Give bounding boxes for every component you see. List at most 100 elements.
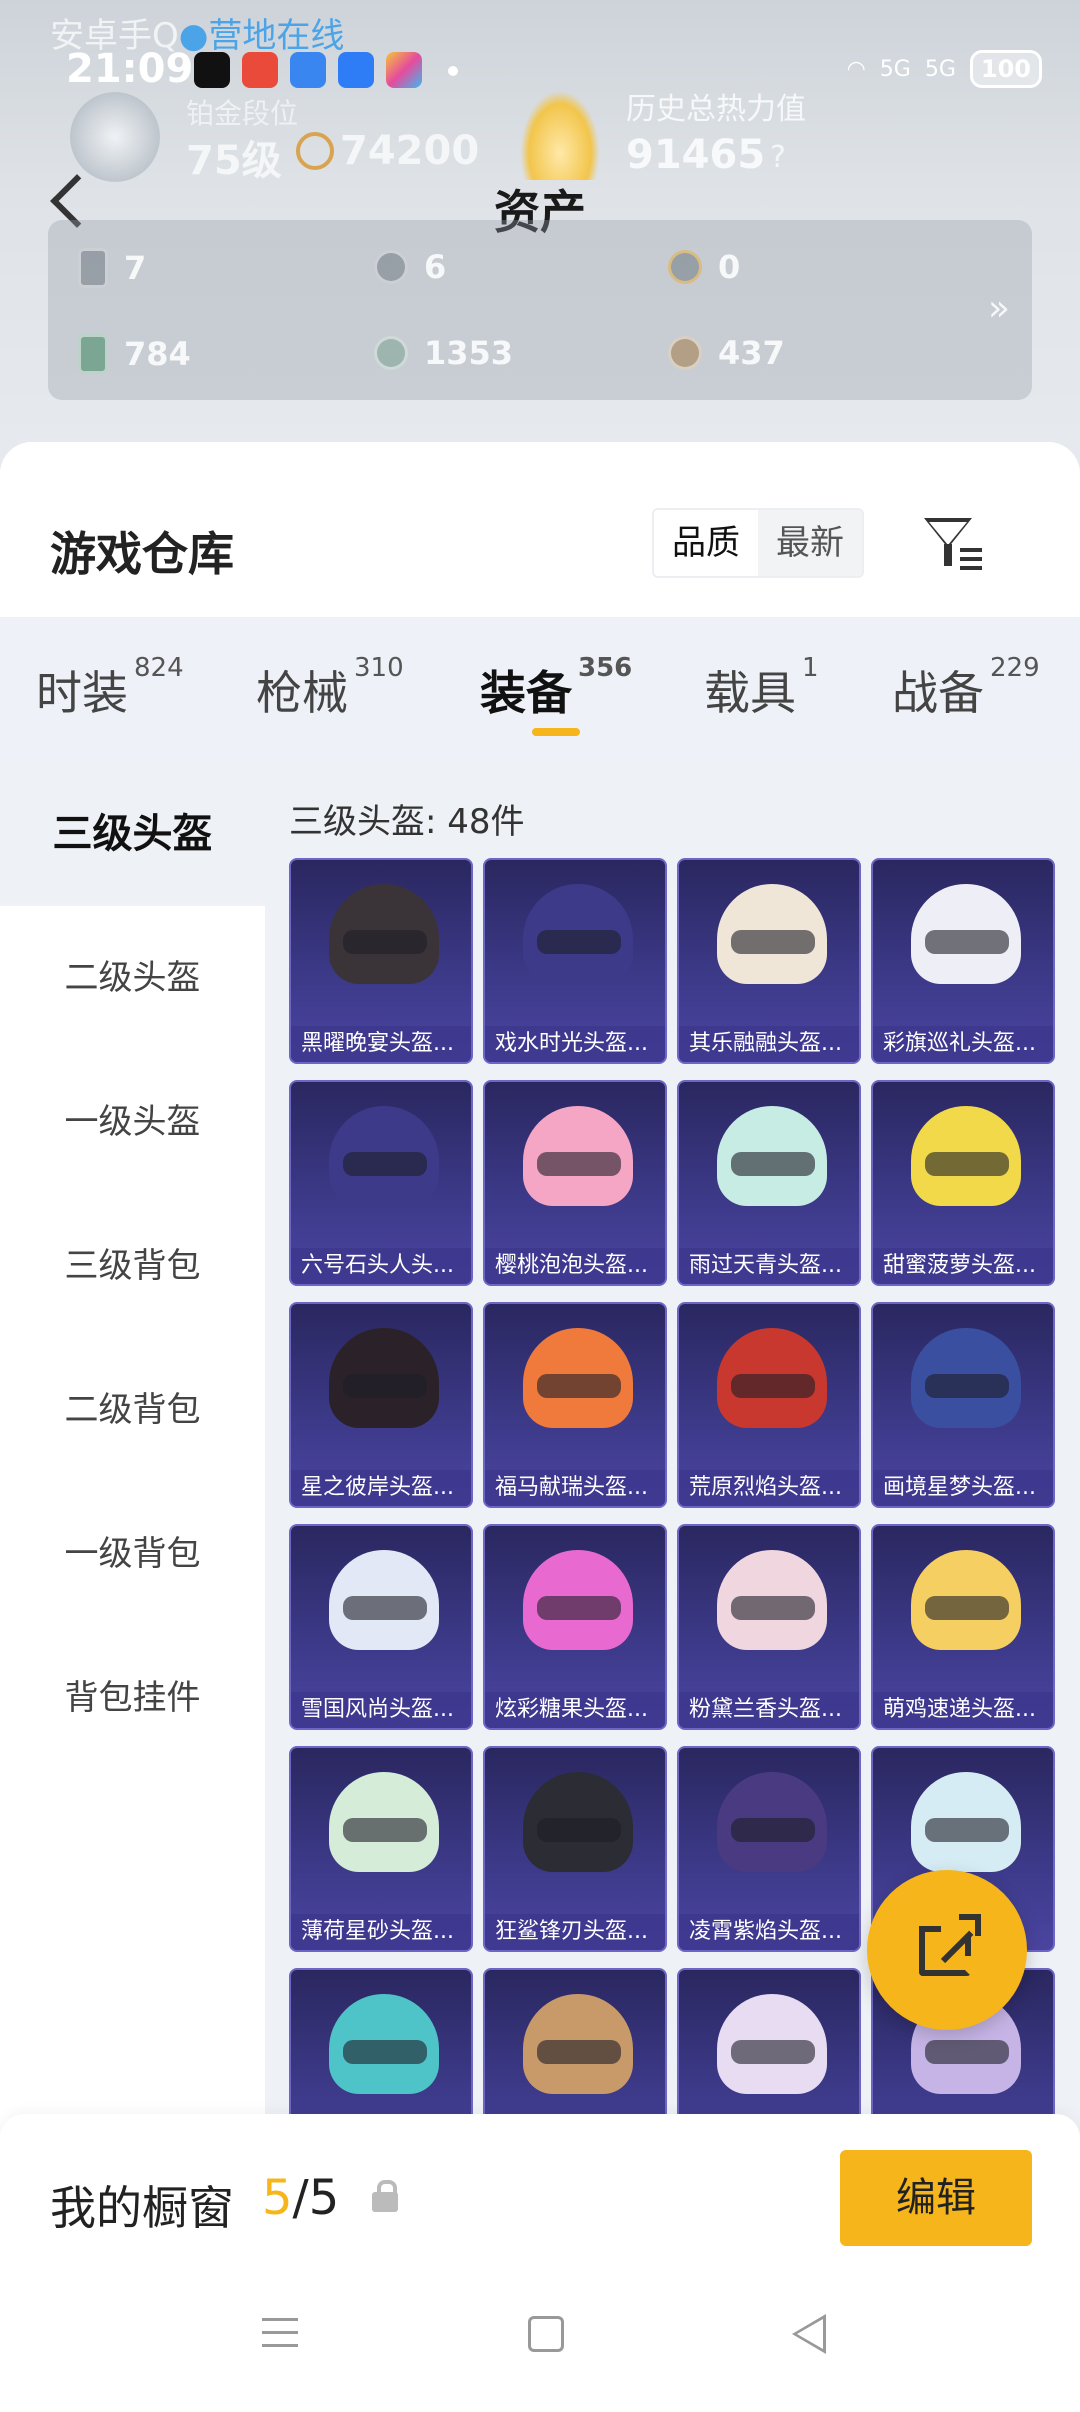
item-tile[interactable]: 狂鲨锋刃头盔... [483, 1746, 667, 1952]
item-tile[interactable]: 福马献瑞头盔... [483, 1302, 667, 1508]
game-app-icon [242, 52, 278, 88]
asset-item: 6 [374, 248, 446, 286]
asset-panel[interactable]: 7 6 0 784 1353 437 » [48, 220, 1032, 400]
tab-weapons[interactable]: 枪械 310 [256, 653, 404, 723]
asset-item: 784 [78, 334, 191, 374]
sort-quality[interactable]: 品质 [654, 510, 758, 576]
warehouse-title: 游戏仓库 [50, 527, 234, 581]
share-button[interactable] [867, 1870, 1027, 2030]
item-tile[interactable]: 薄荷星砂头盔... [289, 1746, 473, 1952]
item-tile[interactable]: 画境星梦头盔... [871, 1302, 1055, 1508]
item-tile[interactable]: 雪国风尚头盔... [289, 1524, 473, 1730]
sort-newest[interactable]: 最新 [758, 510, 862, 576]
item-tile[interactable]: 戏水时光头盔... [483, 858, 667, 1064]
item-tile[interactable]: 雨过天青头盔... [677, 1080, 861, 1286]
sidebar-item-lvl3-backpack[interactable]: 三级背包 [0, 1194, 265, 1338]
item-tile[interactable]: 甜蜜菠萝头盔... [871, 1080, 1055, 1286]
sidebar-item-backpack-charm[interactable]: 背包挂件 [0, 1626, 265, 1770]
sort-toggle: 品质 最新 [652, 508, 864, 578]
item-tile[interactable]: 六号石头人头... [289, 1080, 473, 1286]
tab-vehicles[interactable]: 载具 1 [704, 653, 819, 723]
item-name: 荒原烈焰头盔... [679, 1470, 859, 1506]
back-triangle-icon[interactable] [792, 2314, 826, 2354]
files-app-icon [290, 52, 326, 88]
status-time: 21:09 [66, 46, 194, 92]
asset-item: 437 [668, 334, 785, 372]
green-card-icon [78, 334, 108, 374]
tab-equipment[interactable]: 装备 356 [480, 653, 632, 723]
item-count-label: 三级头盔: 48件 [289, 802, 525, 842]
more-notifications-dot [448, 66, 458, 76]
item-name: 星之彼岸头盔... [291, 1470, 471, 1506]
asset-more-icon[interactable]: » [988, 288, 1010, 329]
rank-points: 74200 [340, 128, 480, 174]
item-tile[interactable]: 樱桃泡泡头盔... [483, 1080, 667, 1286]
item-tile[interactable]: 荒原烈焰头盔... [677, 1302, 861, 1508]
item-tile[interactable]: 彩旗巡礼头盔... [871, 858, 1055, 1064]
item-name: 雪国风尚头盔... [291, 1692, 471, 1728]
showcase-count: 5/5 [262, 2170, 340, 2226]
notification-icons [194, 52, 422, 88]
item-tile[interactable]: 炫彩糖果头盔... [483, 1524, 667, 1730]
asset-item: 7 [78, 248, 146, 288]
item-name: 萌鸡速递头盔... [873, 1692, 1053, 1728]
asset-item: 1353 [374, 334, 513, 372]
tab-fashion[interactable]: 时装 824 [36, 653, 184, 723]
item-tile[interactable]: 凌霄紫焰头盔... [677, 1746, 861, 1952]
heat-label: 历史总热力值 [626, 92, 806, 127]
rank-points-icon [296, 132, 334, 170]
item-tile[interactable]: 萌鸡速递头盔... [871, 1524, 1055, 1730]
silver-medal-icon [374, 336, 408, 370]
sidebar-item-lvl2-backpack[interactable]: 二级背包 [0, 1338, 265, 1482]
signal-5g-icon-2: 5G [924, 56, 956, 82]
gold-coin-icon [668, 250, 702, 284]
showcase-bar: 我的橱窗 5/5 编辑 [0, 2114, 1080, 2284]
system-nav-bar [0, 2284, 1080, 2412]
sidebar-item-lvl2-helmet[interactable]: 二级头盔 [0, 906, 265, 1050]
item-tile[interactable]: 黑曜晚宴头盔... [289, 858, 473, 1064]
item-name: 粉黛兰香头盔... [679, 1692, 859, 1728]
item-tile[interactable]: 粉黛兰香头盔... [677, 1524, 861, 1730]
bronze-medal-icon [668, 336, 702, 370]
item-name: 画境星梦头盔... [873, 1470, 1053, 1506]
edit-button[interactable]: 编辑 [840, 2150, 1032, 2246]
filter-button[interactable] [920, 514, 984, 574]
item-name: 甜蜜菠萝头盔... [873, 1248, 1053, 1284]
card-icon [78, 248, 108, 288]
item-name: 其乐融融头盔... [679, 1026, 859, 1062]
active-tab-indicator [532, 728, 580, 736]
item-name: 六号石头人头... [291, 1248, 471, 1284]
item-name: 雨过天青头盔... [679, 1248, 859, 1284]
item-name: 戏水时光头盔... [485, 1026, 665, 1062]
signal-5g-icon: 5G [879, 56, 911, 82]
sidebar-item-lvl3-helmet[interactable]: 三级头盔 [0, 762, 265, 906]
heat-help-icon[interactable]: ? [770, 140, 786, 175]
battery-icon: 100 [969, 50, 1042, 88]
sidebar-item-lvl1-helmet[interactable]: 一级头盔 [0, 1050, 265, 1194]
item-name: 樱桃泡泡头盔... [485, 1248, 665, 1284]
menu-icon[interactable] [262, 2318, 298, 2357]
category-tabs: 时装 824 枪械 310 装备 356 载具 1 战备 229 [0, 617, 1080, 762]
item-name: 炫彩糖果头盔... [485, 1692, 665, 1728]
rank-name: 铂金段位 [186, 97, 299, 130]
item-name: 狂鲨锋刃头盔... [485, 1914, 665, 1950]
tiktok-icon [194, 52, 230, 88]
item-name: 薄荷星砂头盔... [291, 1914, 471, 1950]
lock-icon [372, 2180, 398, 2212]
item-name: 凌霄紫焰头盔... [679, 1914, 859, 1950]
status-right: ◠ 5G 5G 100 [847, 50, 1042, 88]
item-name: 彩旗巡礼头盔... [873, 1026, 1053, 1062]
showcase-title: 我的橱窗 [50, 2181, 234, 2235]
browser-app-icon [338, 52, 374, 88]
item-name: 黑曜晚宴头盔... [291, 1026, 471, 1062]
sidebar-item-lvl1-backpack[interactable]: 一级背包 [0, 1482, 265, 1626]
home-icon[interactable] [528, 2316, 564, 2352]
item-name: 福马献瑞头盔... [485, 1470, 665, 1506]
silver-coin-icon [374, 250, 408, 284]
store-app-icon [386, 52, 422, 88]
item-tile[interactable]: 星之彼岸头盔... [289, 1302, 473, 1508]
heat-value: 91465 [626, 132, 766, 178]
asset-item: 0 [668, 248, 740, 286]
tab-supplies[interactable]: 战备 229 [892, 653, 1040, 723]
item-tile[interactable]: 其乐融融头盔... [677, 858, 861, 1064]
